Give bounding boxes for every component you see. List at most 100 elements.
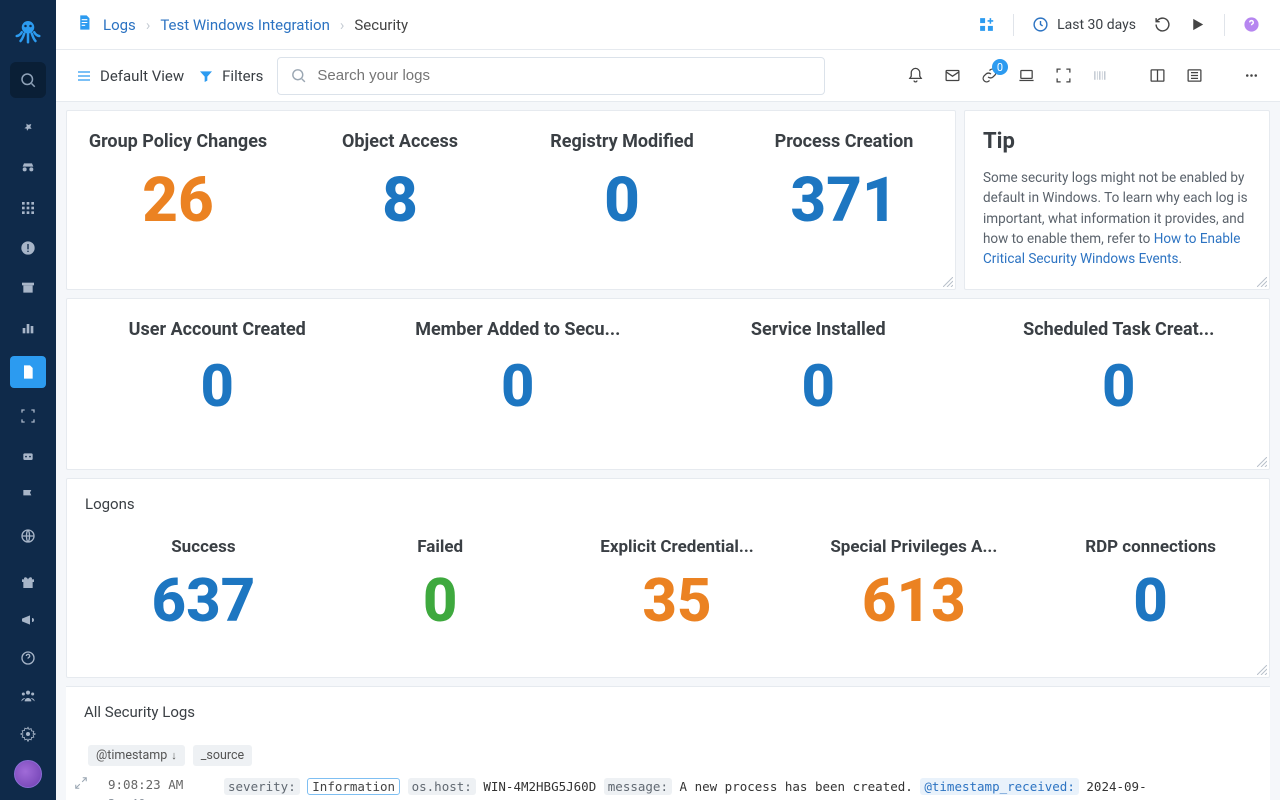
add-widget-button[interactable]	[978, 16, 995, 33]
stat-value: 35	[642, 571, 711, 631]
stat-label: Object Access	[342, 131, 458, 152]
stat-label: Member Added to Secu...	[415, 319, 620, 340]
nav-gift-icon[interactable]	[10, 570, 46, 594]
expand-icon[interactable]	[74, 776, 96, 800]
breadcrumb-current: Security	[354, 16, 408, 34]
resize-handle[interactable]	[1257, 277, 1267, 287]
stat-label: Explicit Credential...	[600, 537, 753, 557]
stat[interactable]: Explicit Credential... 35	[559, 537, 796, 641]
resize-handle[interactable]	[1257, 665, 1267, 675]
stat-label: Process Creation	[775, 131, 914, 152]
bell-icon[interactable]	[907, 67, 924, 84]
stat-value: 0	[423, 571, 458, 631]
resize-handle[interactable]	[943, 277, 953, 287]
stat-value: 0	[201, 358, 234, 416]
logons-title: Logons	[85, 495, 1269, 513]
link-icon[interactable]: 0	[981, 67, 998, 84]
fullscreen-icon[interactable]	[1055, 67, 1072, 84]
left-nav	[0, 0, 56, 800]
toolbar: Default View Filters 0	[56, 50, 1280, 102]
refresh-button[interactable]	[1154, 16, 1171, 33]
stat[interactable]: Failed 0	[322, 537, 559, 641]
nav-apps-icon[interactable]	[10, 196, 46, 220]
stat-label: Group Policy Changes	[89, 131, 267, 152]
tip-title: Tip	[983, 129, 1251, 154]
stat[interactable]: Registry Modified0	[511, 111, 733, 289]
stat[interactable]: Special Privileges A... 613	[795, 537, 1032, 641]
stat-label: Scheduled Task Creat...	[1023, 319, 1214, 340]
play-button[interactable]	[1189, 16, 1206, 33]
nav-team-icon[interactable]	[10, 684, 46, 708]
nav-archive-icon[interactable]	[10, 276, 46, 300]
more-icon[interactable]	[1243, 67, 1260, 84]
search-input-field[interactable]	[317, 67, 812, 84]
stat-label: Failed	[417, 537, 463, 557]
time-range-label: Last 30 days	[1057, 17, 1136, 33]
stat-value: 637	[151, 571, 255, 631]
stat[interactable]: Service Installed0	[668, 299, 969, 426]
stats-row-2: User Account Created0Member Added to Sec…	[66, 298, 1270, 470]
nav-megaphone-icon[interactable]	[10, 608, 46, 632]
default-view-button[interactable]: Default View	[76, 67, 184, 85]
list-panel-icon[interactable]	[1186, 67, 1203, 84]
stat-value: 613	[862, 571, 966, 631]
nav-scan-icon[interactable]	[10, 404, 46, 428]
stat[interactable]: Member Added to Secu... 0	[368, 299, 669, 426]
stat[interactable]: User Account Created 0	[67, 299, 368, 426]
stat[interactable]: Process Creation 371	[733, 111, 955, 289]
logons-card: Logons Success637 Failed 0 Explicit Credent…	[66, 478, 1270, 678]
stat-value: 0	[501, 358, 534, 416]
mail-icon[interactable]	[944, 67, 961, 84]
global-search-button[interactable]	[10, 62, 46, 98]
stat[interactable]: Object Access 8	[289, 111, 511, 289]
stat-value: 8	[382, 170, 418, 232]
nav-logs-icon[interactable]	[10, 356, 46, 388]
log-row[interactable]: 9:08:23 AM 2m 40s ago severity: Informat…	[74, 766, 1270, 800]
filters-button[interactable]: Filters	[198, 67, 263, 85]
stat[interactable]: Scheduled Task Creat... 0	[969, 299, 1270, 426]
stat[interactable]: RDP connections0	[1032, 537, 1269, 641]
nav-settings-icon[interactable]	[10, 722, 46, 746]
nav-incognito-icon[interactable]	[10, 156, 46, 180]
search-input[interactable]	[277, 57, 825, 95]
stat-label: RDP connections	[1085, 537, 1216, 557]
resize-handle[interactable]	[1257, 457, 1267, 467]
nav-bot-icon[interactable]	[10, 444, 46, 468]
time-range-selector[interactable]: Last 30 days	[1032, 16, 1136, 33]
breadcrumb-root[interactable]: Logs	[103, 16, 136, 34]
breadcrumb-mid[interactable]: Test Windows Integration	[160, 16, 330, 34]
barcode-icon[interactable]	[1092, 67, 1109, 84]
stat-value: 0	[1102, 358, 1135, 416]
header-bar: Logs › Test Windows Integration › Securi…	[56, 0, 1280, 50]
logs-card: All Security Logs @timestamp↓ _source 9:…	[66, 686, 1270, 800]
stat-value: 0	[604, 170, 640, 232]
nav-help-icon[interactable]	[10, 646, 46, 670]
nav-rocket-icon[interactable]	[10, 116, 46, 140]
col-source[interactable]: _source	[193, 745, 252, 766]
chevron-right-icon: ›	[340, 16, 345, 34]
help-button[interactable]	[1243, 16, 1260, 33]
breadcrumb: Logs › Test Windows Integration › Securi…	[76, 14, 408, 35]
nav-chart-icon[interactable]	[10, 316, 46, 340]
breadcrumb-icon	[76, 14, 93, 35]
dashboard-content: Group Policy Changes 26 Object Access 8 Regi…	[56, 102, 1280, 800]
stats-row-1: Group Policy Changes 26 Object Access 8 Regi…	[66, 110, 956, 290]
main-panel: Logs › Test Windows Integration › Securi…	[56, 0, 1280, 800]
log-timestamp: 9:08:23 AM 2m 40s ago	[108, 776, 212, 800]
tip-body: Some security logs might not be enabled …	[983, 168, 1251, 269]
nav-alert-icon[interactable]	[10, 236, 46, 260]
stat-value: 26	[142, 170, 214, 232]
stat[interactable]: Group Policy Changes 26	[67, 111, 289, 289]
stat-label: User Account Created	[129, 319, 306, 340]
nav-globe-icon[interactable]	[10, 524, 46, 548]
logo-icon	[13, 16, 43, 50]
log-source: severity: Information os.host: WIN-4M2HB…	[224, 776, 1264, 800]
user-avatar[interactable]	[14, 760, 42, 788]
stat[interactable]: Success637	[85, 537, 322, 641]
nav-flag-icon[interactable]	[10, 484, 46, 508]
col-timestamp[interactable]: @timestamp↓	[88, 745, 185, 766]
stat-label: Special Privileges A...	[830, 537, 997, 557]
split-panel-icon[interactable]	[1149, 67, 1166, 84]
laptop-icon[interactable]	[1018, 67, 1035, 84]
stat-value: 371	[790, 170, 897, 232]
